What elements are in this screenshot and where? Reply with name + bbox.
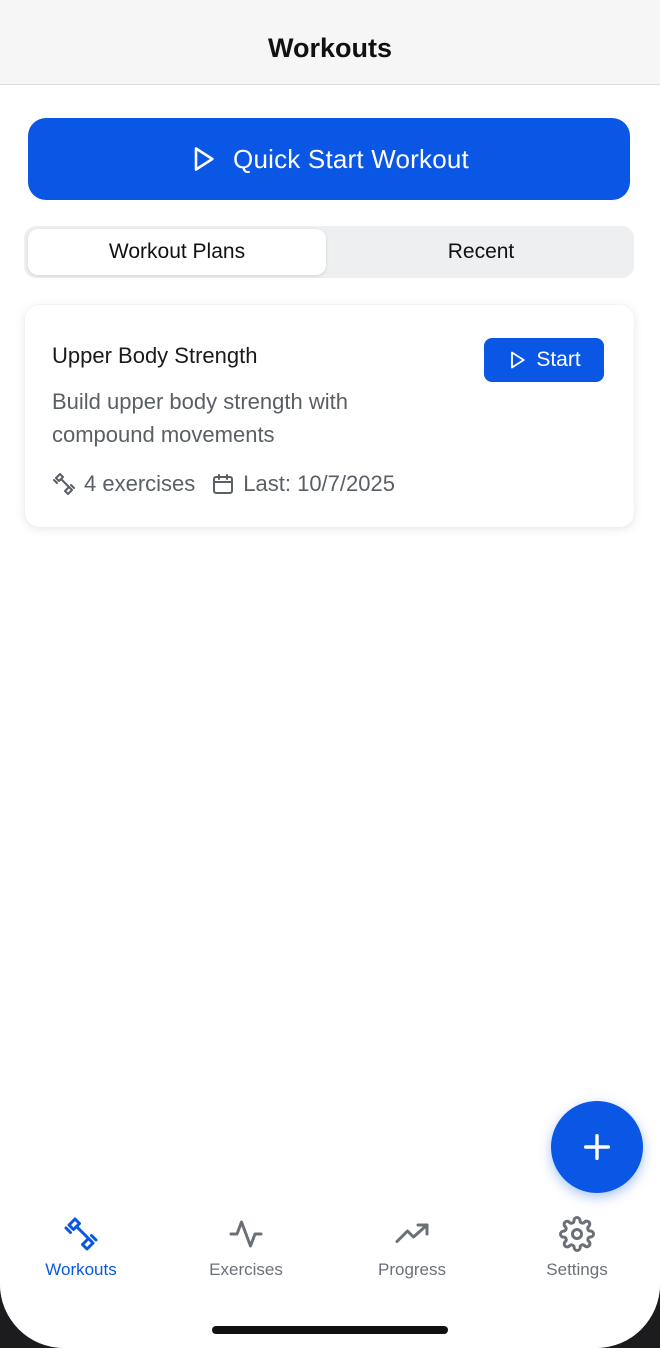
dumbbell-icon [64,1217,98,1251]
quick-start-workout-button[interactable]: Quick Start Workout [28,118,630,200]
exercise-count-text: 4 exercises [84,471,196,496]
tab-workouts[interactable]: Workouts [16,1216,146,1280]
play-icon [511,351,525,369]
trending-up-icon [395,1223,429,1243]
last-performed-text: Last: 10/7/2025 [243,471,395,496]
tab-workout-plans[interactable]: Workout Plans [28,229,326,275]
home-indicator [212,1326,448,1334]
exercise-count: 4 exercises [52,471,195,497]
plan-title: Upper Body Strength [52,343,258,368]
tab-progress[interactable]: Progress [347,1216,477,1280]
tab-settings[interactable]: Settings [512,1216,642,1280]
add-workout-button[interactable] [551,1101,643,1193]
quick-start-label: Quick Start Workout [233,143,469,174]
tab-workouts-label: Workouts [45,1260,117,1279]
gear-icon [559,1216,595,1252]
nav-header: Workouts [0,0,660,85]
page-title: Workouts [267,32,392,63]
tab-exercises-label: Exercises [209,1260,283,1279]
plan-meta: 4 exercises Last: 10/7/2025 [52,471,395,497]
tab-exercises[interactable]: Exercises [181,1216,311,1280]
last-performed: Last: 10/7/2025 [211,471,395,497]
tab-recent[interactable]: Recent [332,229,630,275]
calendar-icon [213,474,234,494]
play-icon [194,147,214,171]
tab-settings-label: Settings [546,1260,608,1279]
app-screen: Workouts Quick Start Workout Workout Pla… [0,0,660,1348]
activity-icon [229,1220,263,1248]
start-label: Start [536,348,581,371]
segmented-control: Workout Plans Recent [24,226,634,278]
dumbbell-icon [53,473,75,495]
plus-icon [583,1133,611,1161]
plan-description: Build upper body strength with compound … [52,389,348,447]
tab-progress-label: Progress [377,1260,447,1279]
workout-plan-card[interactable]: Upper Body Strength Build upper body str… [25,305,634,527]
start-plan-button[interactable]: Start [484,338,604,382]
